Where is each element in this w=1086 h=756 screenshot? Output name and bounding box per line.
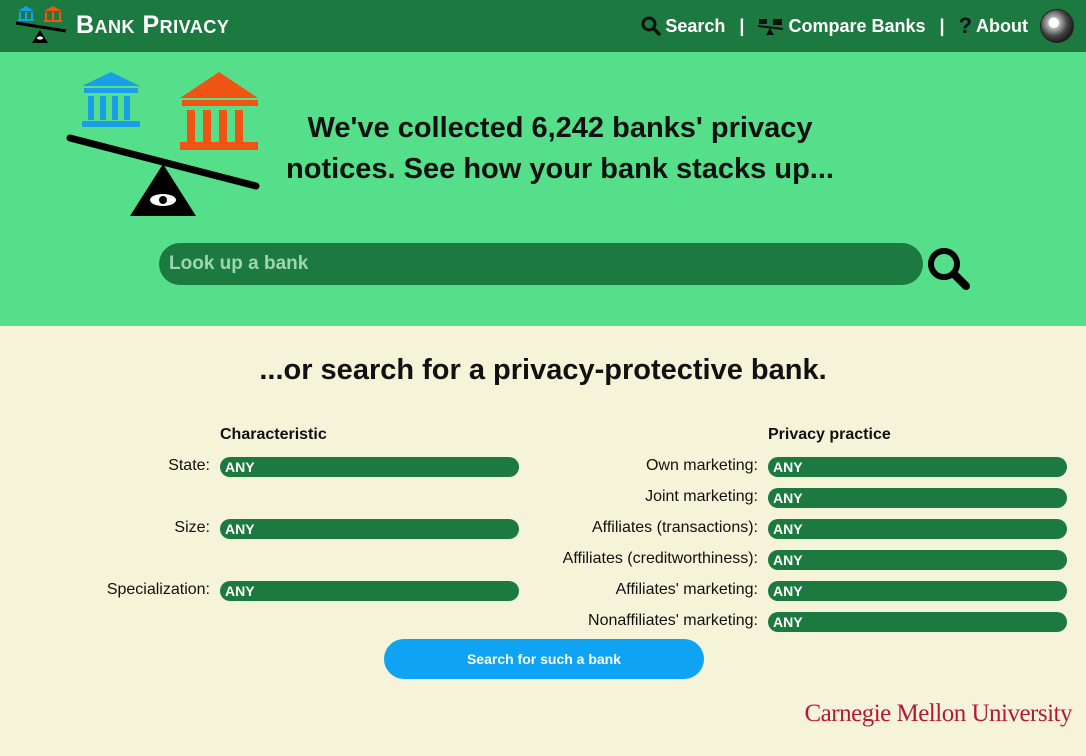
- nav-compare-label: Compare Banks: [788, 15, 926, 36]
- affiliates-transactions-select[interactable]: ANY: [768, 519, 1067, 539]
- specialization-label: Specialization:: [106, 581, 210, 598]
- cmu-logo[interactable]: Carnegie Mellon University: [805, 700, 1073, 728]
- search-icon[interactable]: [926, 246, 970, 290]
- nav-search-link[interactable]: Search: [641, 16, 725, 37]
- nav-compare-link[interactable]: Compare Banks: [758, 15, 926, 37]
- question-icon: ?: [958, 13, 973, 38]
- search-for-bank-button[interactable]: Search for such a bank: [384, 639, 704, 679]
- size-select[interactable]: ANY: [220, 519, 519, 539]
- nonaffiliates-marketing-label: Nonaffiliates' marketing:: [588, 612, 758, 629]
- affiliates-creditworthiness-select[interactable]: ANY: [768, 550, 1067, 570]
- search-icon: [641, 16, 662, 36]
- brand-title: Bank Privacy: [76, 10, 230, 39]
- avatar[interactable]: [1040, 9, 1074, 43]
- characteristic-header: Characteristic: [220, 426, 327, 443]
- nav-separator: |: [939, 15, 945, 36]
- scale-icon: [758, 19, 784, 35]
- filter-subheading: ...or search for a privacy-protective ba…: [259, 354, 827, 386]
- brand-link[interactable]: Bank Privacy: [14, 2, 229, 48]
- nav-separator: |: [739, 15, 745, 36]
- blue-bank-icon: [82, 72, 140, 127]
- own-marketing-label: Own marketing:: [645, 457, 758, 474]
- nav-about-link[interactable]: ? About: [959, 13, 1028, 39]
- nav-links: Search | Compare Banks | ? About: [641, 8, 1074, 44]
- joint-marketing-label: Joint marketing:: [645, 488, 758, 505]
- bank-search-input[interactable]: [159, 243, 923, 285]
- specialization-select[interactable]: ANY: [220, 581, 519, 601]
- joint-marketing-select[interactable]: ANY: [768, 488, 1067, 508]
- state-select[interactable]: ANY: [220, 457, 519, 477]
- navbar: Bank Privacy Search | Compare Banks | ? …: [0, 0, 1086, 52]
- privacy-practice-header: Privacy practice: [768, 426, 891, 443]
- nav-search-label: Search: [665, 15, 726, 36]
- nav-about-label: About: [976, 15, 1028, 36]
- affiliates-transactions-label: Affiliates (transactions):: [592, 519, 758, 536]
- affiliates-creditworthiness-label: Affiliates (creditworthiness):: [562, 550, 758, 567]
- affiliates-marketing-label: Affiliates' marketing:: [615, 581, 758, 598]
- bank-scale-illustration-icon: [66, 72, 260, 216]
- hero-section: We've collected 6,242 banks' privacy not…: [0, 52, 1086, 326]
- affiliates-marketing-select[interactable]: ANY: [768, 581, 1067, 601]
- state-label: State:: [168, 457, 210, 474]
- nonaffiliates-marketing-select[interactable]: ANY: [768, 612, 1067, 632]
- bank-scale-logo-icon: [15, 6, 67, 43]
- size-label: Size:: [174, 519, 210, 536]
- hero-headline: We've collected 6,242 banks' privacy not…: [286, 112, 834, 185]
- orange-bank-icon: [180, 72, 258, 150]
- own-marketing-select[interactable]: ANY: [768, 457, 1067, 477]
